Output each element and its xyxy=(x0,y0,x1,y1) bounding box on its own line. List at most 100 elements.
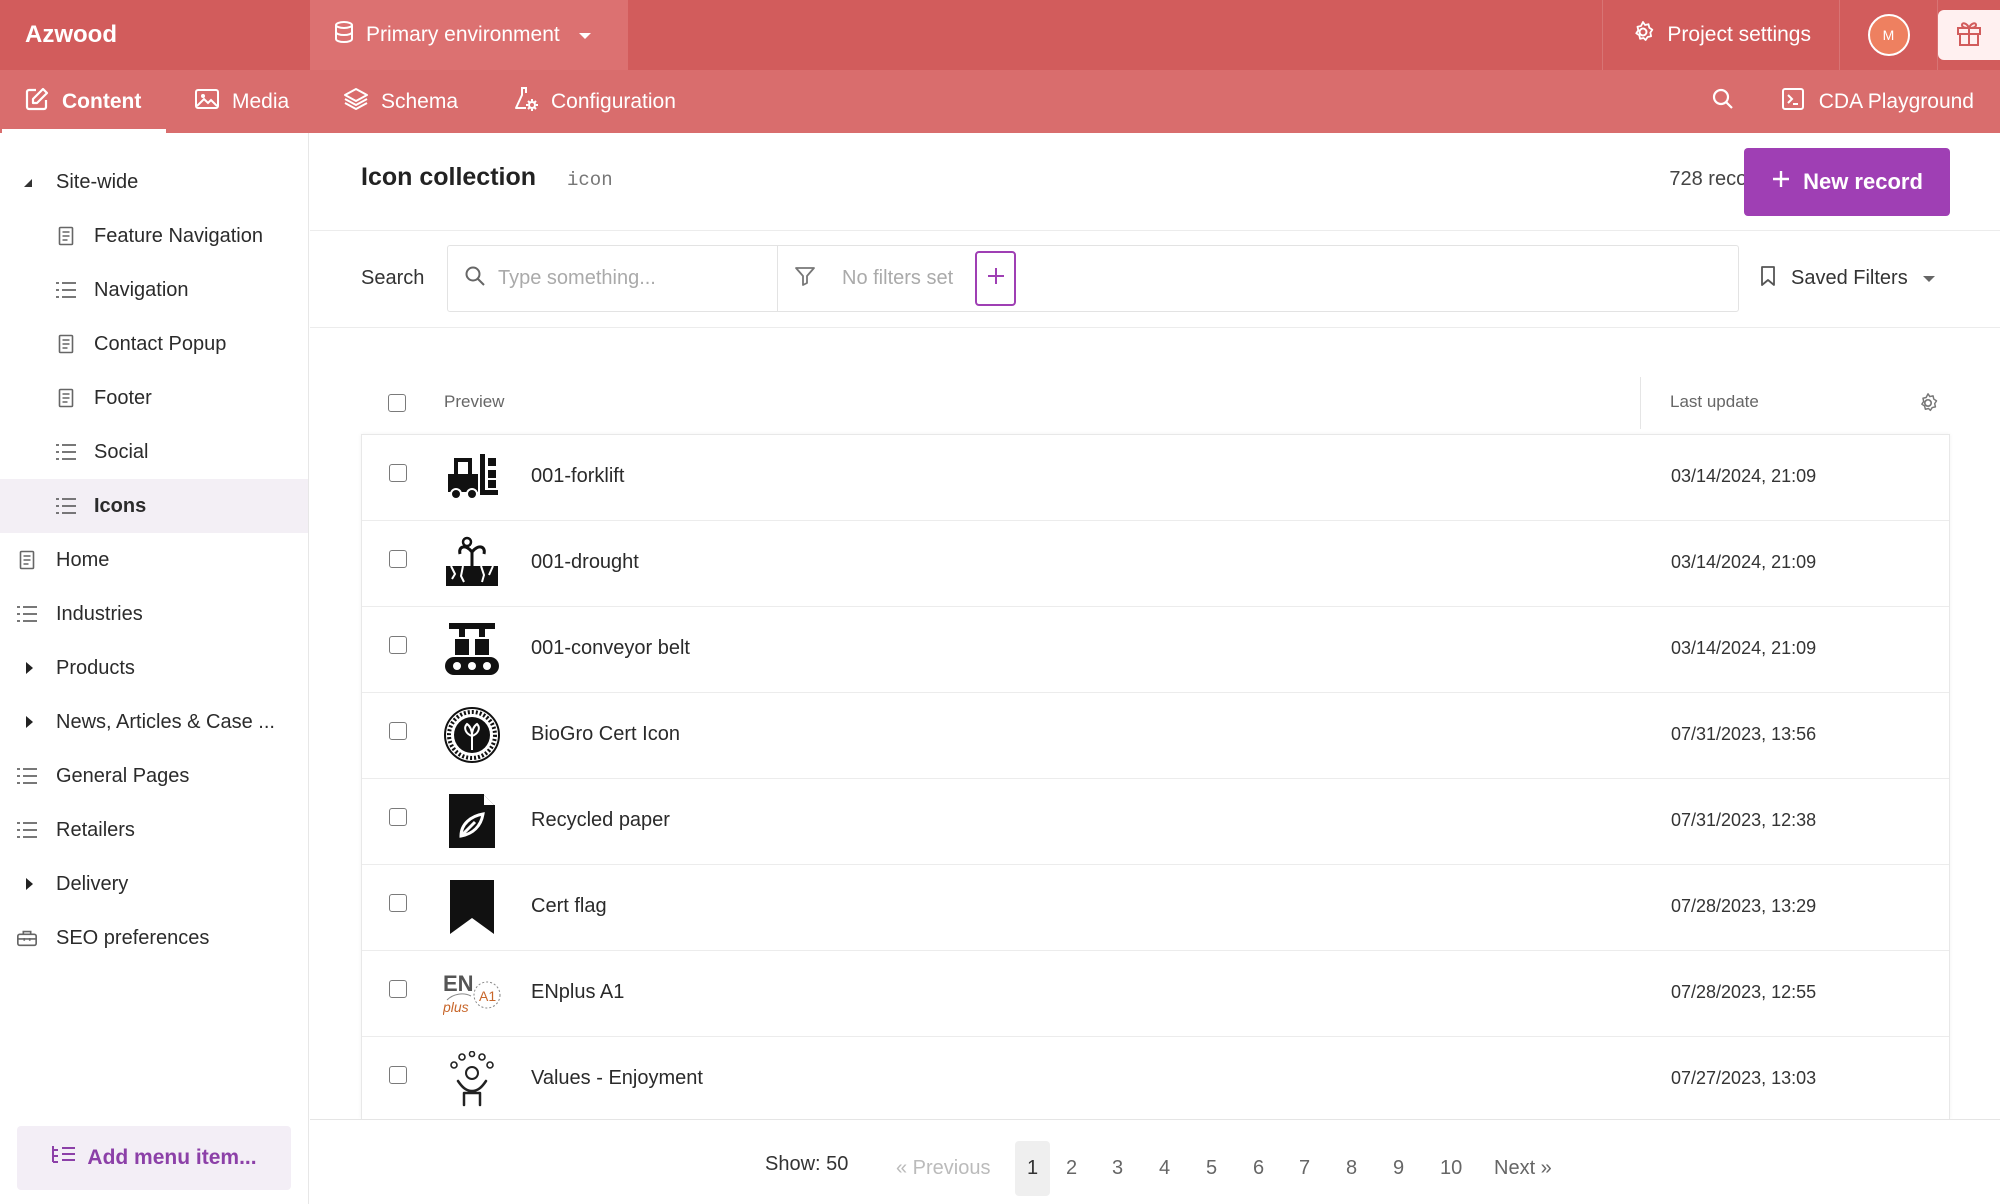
sidebar-item-contact-popup[interactable]: Contact Popup xyxy=(0,317,308,371)
sidebar-item-site-wide[interactable]: Site-wide xyxy=(0,155,308,209)
page-2-button[interactable]: 2 xyxy=(1066,1141,1077,1196)
bookmark-icon xyxy=(1759,265,1777,293)
sidebar-item-label: Retailers xyxy=(56,818,135,841)
pagination: Show: 50 « Previous 1 2 3 4 5 6 7 8 9 10… xyxy=(310,1119,2000,1204)
sidebar-item-navigation[interactable]: Navigation xyxy=(0,263,308,317)
row-checkbox[interactable] xyxy=(389,550,407,568)
page-9-button[interactable]: 9 xyxy=(1393,1141,1404,1196)
table-row[interactable]: Values - Enjoyment 07/27/2023, 13:03 xyxy=(362,1037,1949,1119)
row-checkbox[interactable] xyxy=(389,464,407,482)
page-5-button[interactable]: 5 xyxy=(1206,1141,1217,1196)
column-divider[interactable] xyxy=(1640,377,1641,429)
sidebar-item-retailers[interactable]: Retailers xyxy=(0,803,308,857)
previous-page-button[interactable]: « Previous xyxy=(896,1141,991,1196)
saved-filters-label: Saved Filters xyxy=(1791,267,1908,289)
sidebar-item-social[interactable]: Social xyxy=(0,425,308,479)
sidebar-item-products[interactable]: Products xyxy=(0,641,308,695)
tab-content[interactable]: Content xyxy=(2,70,166,133)
sidebar-item-label: SEO preferences xyxy=(56,926,210,949)
page-7-button[interactable]: 7 xyxy=(1299,1141,1310,1196)
table-row[interactable]: Cert flag 07/28/2023, 13:29 xyxy=(362,865,1949,951)
list-icon xyxy=(55,495,77,517)
table-row[interactable]: BioGro Cert Icon 07/31/2023, 13:56 xyxy=(362,693,1949,779)
recycled-paper-icon xyxy=(443,792,501,850)
row-checkbox[interactable] xyxy=(389,894,407,912)
sidebar: Site-wide Feature Navigation Navigation … xyxy=(0,133,309,1204)
tab-media[interactable]: Media xyxy=(194,70,289,133)
tab-schema[interactable]: Schema xyxy=(343,70,458,133)
plus-icon xyxy=(1771,169,1791,195)
document-icon xyxy=(55,387,77,409)
sidebar-item-seo-preferences[interactable]: SEO preferences xyxy=(0,911,308,965)
document-icon xyxy=(55,225,77,247)
sidebar-item-general-pages[interactable]: General Pages xyxy=(0,749,308,803)
new-record-button[interactable]: New record xyxy=(1744,148,1950,216)
table-row[interactable]: 001-drought 03/14/2024, 21:09 xyxy=(362,521,1949,607)
list-icon xyxy=(16,765,38,787)
sidebar-item-delivery[interactable]: Delivery xyxy=(0,857,308,911)
page-10-button[interactable]: 10 xyxy=(1440,1141,1462,1196)
search-input[interactable] xyxy=(498,267,768,290)
brand-logo[interactable]: Azwood xyxy=(25,0,117,70)
chevron-down-icon xyxy=(1922,267,1936,290)
record-title: 001-conveyor belt xyxy=(531,637,690,659)
add-menu-item-button[interactable]: Add menu item... xyxy=(17,1126,291,1190)
row-checkbox[interactable] xyxy=(389,636,407,654)
layers-icon xyxy=(343,87,369,117)
record-date: 07/31/2023, 12:38 xyxy=(1671,810,1817,830)
sidebar-item-home[interactable]: Home xyxy=(0,533,308,587)
cda-playground-button[interactable]: CDA Playground xyxy=(1781,87,1974,117)
add-menu-item-label: Add menu item... xyxy=(87,1146,257,1169)
new-record-label: New record xyxy=(1803,169,1923,194)
page-1-button[interactable]: 1 xyxy=(1015,1141,1050,1196)
list-icon xyxy=(55,279,77,301)
tab-configuration[interactable]: Configuration xyxy=(513,70,676,133)
enplus-en-text: EN xyxy=(443,971,474,996)
environment-switcher[interactable]: Primary environment xyxy=(310,0,628,70)
page-size-selector[interactable]: Show: 50 xyxy=(765,1153,848,1176)
page-8-button[interactable]: 8 xyxy=(1346,1141,1357,1196)
sidebar-item-industries[interactable]: Industries xyxy=(0,587,308,641)
row-checkbox[interactable] xyxy=(389,808,407,826)
search-icon[interactable] xyxy=(1711,87,1735,117)
column-header-preview[interactable]: Preview xyxy=(444,392,504,412)
record-title: Cert flag xyxy=(531,895,607,917)
filter-area[interactable]: No filters set xyxy=(778,246,953,311)
tab-content-label: Content xyxy=(62,89,142,113)
database-icon xyxy=(334,21,354,49)
enjoyment-icon xyxy=(443,1050,501,1108)
row-checkbox[interactable] xyxy=(389,722,407,740)
select-all-checkbox[interactable] xyxy=(388,394,406,412)
sidebar-item-footer[interactable]: Footer xyxy=(0,371,308,425)
sidebar-item-feature-navigation[interactable]: Feature Navigation xyxy=(0,209,308,263)
user-menu[interactable]: M xyxy=(1840,0,1938,70)
add-filter-button[interactable] xyxy=(975,251,1016,306)
next-page-button[interactable]: Next » xyxy=(1494,1141,1552,1196)
caret-down-icon xyxy=(16,171,38,193)
project-settings-button[interactable]: Project settings xyxy=(1602,0,1840,70)
tab-schema-label: Schema xyxy=(381,89,459,113)
table-row[interactable]: Recycled paper 07/31/2023, 12:38 xyxy=(362,779,1949,865)
record-date: 07/27/2023, 13:03 xyxy=(1671,1068,1817,1088)
page-3-button[interactable]: 3 xyxy=(1112,1141,1123,1196)
column-header-last-update[interactable]: Last update xyxy=(1670,392,1759,412)
table-row[interactable]: 001-conveyor belt 03/14/2024, 21:09 xyxy=(362,607,1949,693)
sidebar-item-label: News, Articles & Case ... xyxy=(56,710,275,733)
saved-filters-button[interactable]: Saved Filters xyxy=(1759,245,1936,312)
page-6-button[interactable]: 6 xyxy=(1253,1141,1264,1196)
avatar[interactable]: M xyxy=(1867,14,1910,56)
page-4-button[interactable]: 4 xyxy=(1159,1141,1170,1196)
record-title: Recycled paper xyxy=(531,809,670,831)
toolbox-icon xyxy=(16,927,38,949)
row-checkbox[interactable] xyxy=(389,980,407,998)
sidebar-item-icons[interactable]: Icons xyxy=(0,479,308,533)
whats-new-button[interactable] xyxy=(1938,0,2000,70)
table-row[interactable]: EN plus A1 ENplus A1 07/28/2023, 12:55 xyxy=(362,951,1949,1037)
plus-icon xyxy=(986,266,1006,291)
table-row[interactable]: 001-forklift 03/14/2024, 21:09 xyxy=(362,435,1949,521)
row-checkbox[interactable] xyxy=(389,1066,407,1084)
sidebar-item-news-articles[interactable]: News, Articles & Case ... xyxy=(0,695,308,749)
divider xyxy=(310,230,2000,231)
gear-icon[interactable] xyxy=(1917,392,1939,419)
gift-icon xyxy=(1955,19,1983,52)
